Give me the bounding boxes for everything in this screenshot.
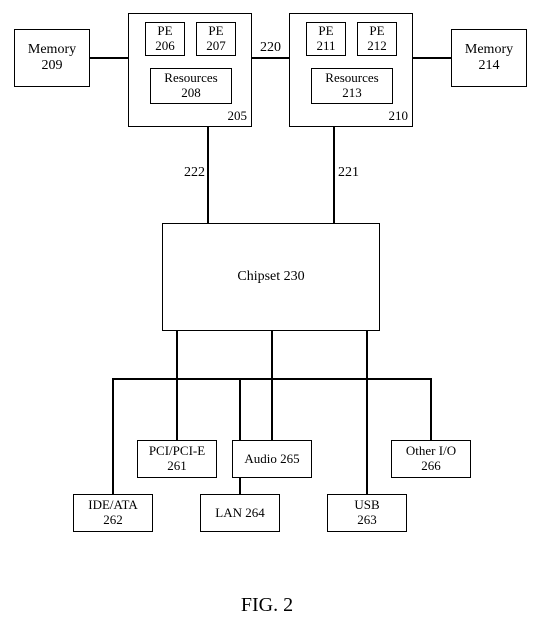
drop-col5 (430, 378, 432, 440)
ide-ref: 262 (103, 513, 123, 528)
audio-label: Audio 265 (244, 452, 299, 467)
block-ide: IDE/ATA 262 (73, 494, 153, 532)
cpu-b-ref: 210 (389, 109, 409, 124)
block-resources-208: Resources 208 (150, 68, 232, 104)
pe-212-name: PE (369, 24, 384, 39)
drop-col2-bot (176, 378, 178, 440)
link-cpuA-cpuB (252, 57, 289, 59)
block-memory-right: Memory 214 (451, 29, 527, 87)
otherio-name: Other I/O (406, 444, 456, 459)
link-221-label: 221 (337, 166, 360, 180)
memory-left-name: Memory (28, 42, 76, 58)
diagram-canvas: Memory 209 205 PE 206 PE 207 Resources 2… (0, 0, 534, 638)
drop-col2-top (176, 331, 178, 379)
block-memory-left: Memory 209 (14, 29, 90, 87)
link-222-label: 222 (183, 166, 206, 180)
res-208-ref: 208 (181, 86, 201, 101)
cpu-a-ref: 205 (228, 109, 248, 124)
res-213-ref: 213 (342, 86, 362, 101)
memory-right-name: Memory (465, 42, 513, 58)
ide-name: IDE/ATA (88, 498, 138, 513)
usb-name: USB (354, 498, 379, 513)
block-chipset: Chipset 230 (162, 223, 380, 331)
chipset-label: Chipset 230 (237, 269, 304, 285)
pci-name: PCI/PCI-E (149, 444, 205, 459)
drop-col1 (112, 378, 114, 494)
res-208-name: Resources (164, 71, 217, 86)
block-pe-206: PE 206 (145, 22, 185, 56)
drop-col3-mid (271, 378, 273, 440)
link-mem209-cpuA (90, 57, 128, 59)
pe-212-ref: 212 (367, 39, 387, 54)
link-cpuB-chipset (333, 127, 335, 223)
drop-col4-bot (366, 378, 368, 494)
drop-col3-top (271, 331, 273, 379)
block-resources-213: Resources 213 (311, 68, 393, 104)
pe-206-ref: 206 (155, 39, 175, 54)
pe-207-ref: 207 (206, 39, 226, 54)
block-pe-212: PE 212 (357, 22, 397, 56)
block-pe-207: PE 207 (196, 22, 236, 56)
res-213-name: Resources (325, 71, 378, 86)
lan-label: LAN 264 (215, 506, 264, 521)
usb-ref: 263 (357, 513, 377, 528)
otherio-ref: 266 (421, 459, 441, 474)
figure-caption: FIG. 2 (0, 594, 534, 617)
drop-col4-top (366, 331, 368, 379)
link-220-label: 220 (259, 41, 282, 55)
block-audio: Audio 265 (232, 440, 312, 478)
block-lan: LAN 264 (200, 494, 280, 532)
pci-ref: 261 (167, 459, 187, 474)
block-pci: PCI/PCI-E 261 (137, 440, 217, 478)
block-pe-211: PE 211 (306, 22, 346, 56)
memory-right-ref: 214 (479, 58, 500, 74)
link-cpuA-chipset (207, 127, 209, 223)
memory-left-ref: 209 (42, 58, 63, 74)
block-usb: USB 263 (327, 494, 407, 532)
pe-211-ref: 211 (316, 39, 335, 54)
block-other-io: Other I/O 266 (391, 440, 471, 478)
link-cpuB-mem214 (413, 57, 451, 59)
pe-206-name: PE (157, 24, 172, 39)
pe-211-name: PE (318, 24, 333, 39)
pe-207-name: PE (208, 24, 223, 39)
